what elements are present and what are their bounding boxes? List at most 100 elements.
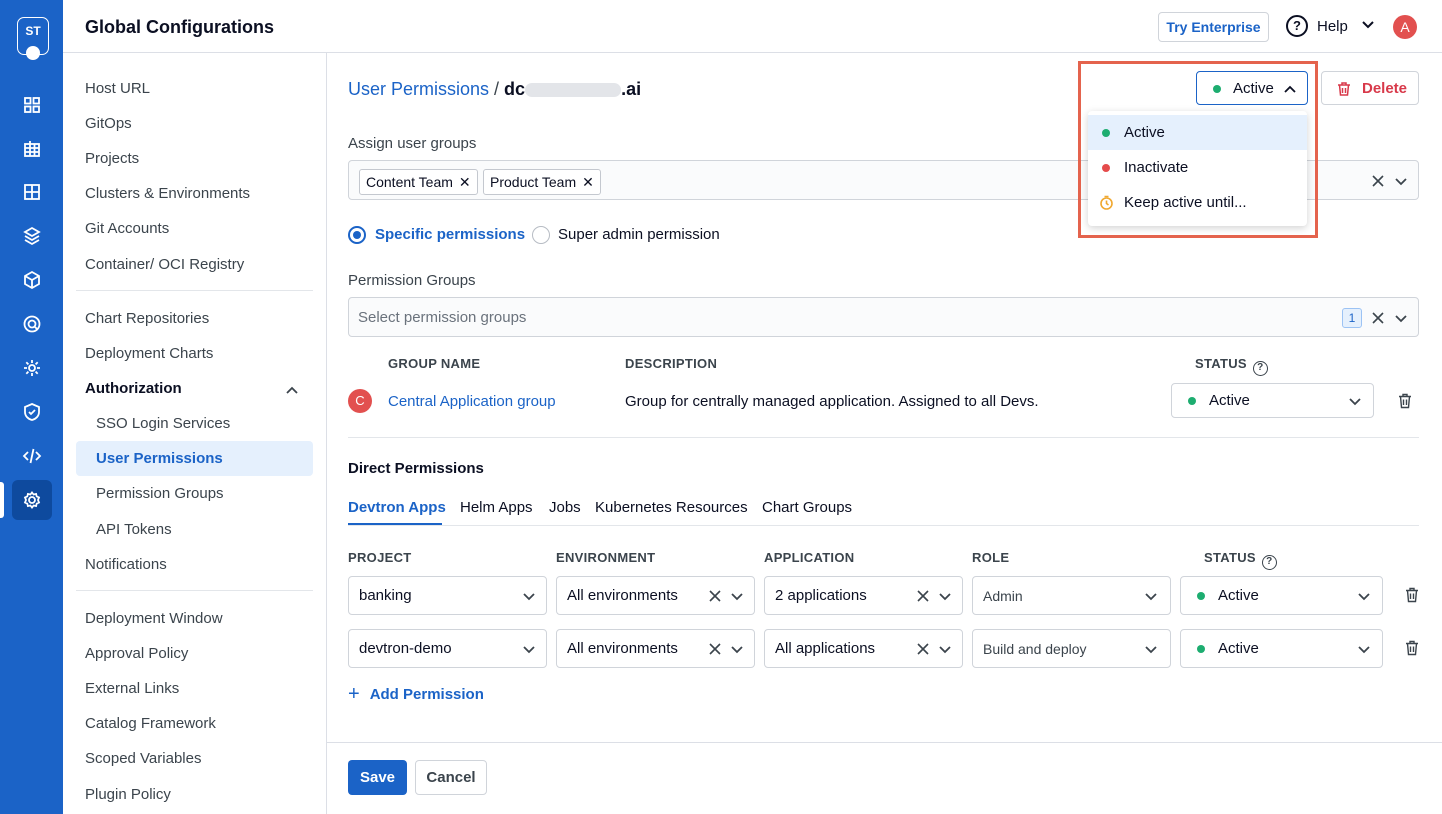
info-icon[interactable]: ? — [1252, 361, 1268, 376]
security-scan-icon[interactable] — [12, 304, 52, 344]
nav-approval-policy[interactable]: Approval Policy — [85, 645, 188, 662]
chip-label: Content Team — [366, 174, 453, 190]
nav-container-registry[interactable]: Container/ OCI Registry — [85, 256, 244, 273]
info-icon[interactable]: ? — [1261, 555, 1277, 570]
group-description: Group for centrally managed application.… — [625, 393, 1039, 410]
permission-status-select[interactable]: Active — [1180, 576, 1383, 615]
remove-chip-icon[interactable]: ✕ — [459, 174, 471, 190]
super-admin-label[interactable]: Super admin permission — [558, 226, 720, 243]
super-admin-radio[interactable] — [532, 226, 550, 244]
nav-deployment-charts[interactable]: Deployment Charts — [85, 345, 213, 362]
nav-clusters-environments[interactable]: Clusters & Environments — [85, 185, 250, 202]
col-environment: ENVIRONMENT — [556, 550, 656, 565]
nav-plugin-policy[interactable]: Plugin Policy — [85, 786, 171, 803]
nav-catalog-framework[interactable]: Catalog Framework — [85, 715, 216, 732]
permission-status-value: Active — [1218, 587, 1259, 604]
application-select[interactable]: 2 applications — [764, 576, 963, 615]
avatar[interactable]: A — [1393, 15, 1417, 39]
chevron-down-icon[interactable] — [1394, 311, 1408, 325]
tab-helm-apps[interactable]: Helm Apps — [460, 499, 533, 516]
chevron-down-icon — [1145, 593, 1157, 601]
settings-icon[interactable] — [12, 480, 52, 520]
remove-chip-icon[interactable]: ✕ — [582, 174, 594, 190]
nav-divider — [76, 290, 313, 291]
tab-kubernetes-resources[interactable]: Kubernetes Resources — [595, 499, 748, 516]
nav-user-permissions[interactable]: User Permissions — [96, 450, 223, 467]
specific-permissions-label[interactable]: Specific permissions — [375, 226, 525, 243]
breadcrumb-user-permissions[interactable]: User Permissions — [348, 79, 489, 99]
assign-groups-label: Assign user groups — [348, 135, 477, 152]
clear-icon[interactable] — [709, 590, 721, 602]
trash-icon[interactable] — [1403, 639, 1421, 657]
clear-icon[interactable] — [917, 590, 929, 602]
delete-label: Delete — [1362, 80, 1408, 97]
help-icon[interactable]: ? — [1286, 15, 1308, 37]
cancel-button[interactable]: Cancel — [415, 760, 487, 795]
delete-button[interactable]: Delete — [1321, 71, 1419, 105]
try-enterprise-button[interactable]: Try Enterprise — [1158, 12, 1269, 42]
nav-deployment-window[interactable]: Deployment Window — [85, 610, 223, 627]
tab-devtron-apps[interactable]: Devtron Apps — [348, 499, 446, 516]
environment-value: All environments — [567, 640, 678, 657]
chevron-up-icon[interactable] — [285, 383, 299, 397]
applications-icon[interactable] — [12, 129, 52, 169]
nav-notifications[interactable]: Notifications — [85, 556, 167, 573]
project-select[interactable]: banking — [348, 576, 547, 615]
security-icon[interactable] — [12, 392, 52, 432]
chevron-down-icon[interactable] — [1394, 174, 1408, 188]
annotation-highlight-box — [1078, 61, 1318, 238]
group-name-link[interactable]: Central Application group — [388, 393, 556, 410]
clear-icon[interactable] — [917, 643, 929, 655]
nav-external-links[interactable]: External Links — [85, 680, 179, 697]
group-status-value: Active — [1209, 392, 1250, 409]
specific-permissions-radio[interactable] — [348, 226, 366, 244]
chevron-down-icon[interactable] — [1361, 17, 1375, 31]
tab-jobs[interactable]: Jobs — [549, 499, 581, 516]
add-permission-button[interactable]: + Add Permission — [348, 683, 484, 706]
nav-projects[interactable]: Projects — [85, 150, 139, 167]
role-select[interactable]: Admin — [972, 576, 1171, 615]
clear-icon[interactable] — [1372, 175, 1384, 187]
tab-chart-groups[interactable]: Chart Groups — [762, 499, 852, 516]
col-application: APPLICATION — [764, 550, 855, 565]
application-select[interactable]: All applications — [764, 629, 963, 668]
trash-icon[interactable] — [1403, 586, 1421, 604]
overview-icon[interactable] — [12, 85, 52, 125]
role-select[interactable]: Build and deploy — [972, 629, 1171, 668]
permission-groups-select[interactable]: Select permission groups 1 — [348, 297, 1419, 337]
nav-authorization[interactable]: Authorization — [85, 380, 182, 397]
nav-scoped-variables[interactable]: Scoped Variables — [85, 750, 201, 767]
chevron-down-icon — [523, 646, 535, 654]
col-status-label: STATUS — [1204, 550, 1256, 565]
clear-icon[interactable] — [709, 643, 721, 655]
environment-select[interactable]: All environments — [556, 629, 755, 668]
chevron-down-icon — [939, 646, 951, 654]
direct-permissions-title: Direct Permissions — [348, 460, 484, 477]
nav-sso-login-services[interactable]: SSO Login Services — [96, 415, 230, 432]
permission-status-select[interactable]: Active — [1180, 629, 1383, 668]
nav-git-accounts[interactable]: Git Accounts — [85, 220, 169, 237]
trash-icon[interactable] — [1396, 392, 1414, 410]
permission-groups-placeholder: Select permission groups — [358, 309, 527, 326]
nav-permission-groups[interactable]: Permission Groups — [96, 485, 224, 502]
group-status-select[interactable]: Active — [1171, 383, 1374, 418]
project-value: devtron-demo — [359, 640, 452, 657]
nav-api-tokens[interactable]: API Tokens — [96, 521, 172, 538]
help-label[interactable]: Help — [1317, 18, 1348, 35]
bulk-edit-icon[interactable] — [12, 348, 52, 388]
jobs-icon[interactable] — [12, 216, 52, 256]
trash-icon — [1338, 82, 1350, 96]
project-select[interactable]: devtron-demo — [348, 629, 547, 668]
environment-select[interactable]: All environments — [556, 576, 755, 615]
chevron-down-icon — [731, 593, 743, 601]
nav-host-url[interactable]: Host URL — [85, 80, 150, 97]
clear-icon[interactable] — [1372, 312, 1384, 324]
nav-chart-repositories[interactable]: Chart Repositories — [85, 310, 209, 327]
app-groups-icon[interactable] — [12, 172, 52, 212]
nav-gitops[interactable]: GitOps — [85, 115, 132, 132]
resource-browser-icon[interactable] — [12, 260, 52, 300]
devtron-logo[interactable]: ST — [17, 17, 49, 60]
code-icon[interactable] — [12, 436, 52, 476]
chevron-down-icon — [731, 646, 743, 654]
save-button[interactable]: Save — [348, 760, 407, 795]
